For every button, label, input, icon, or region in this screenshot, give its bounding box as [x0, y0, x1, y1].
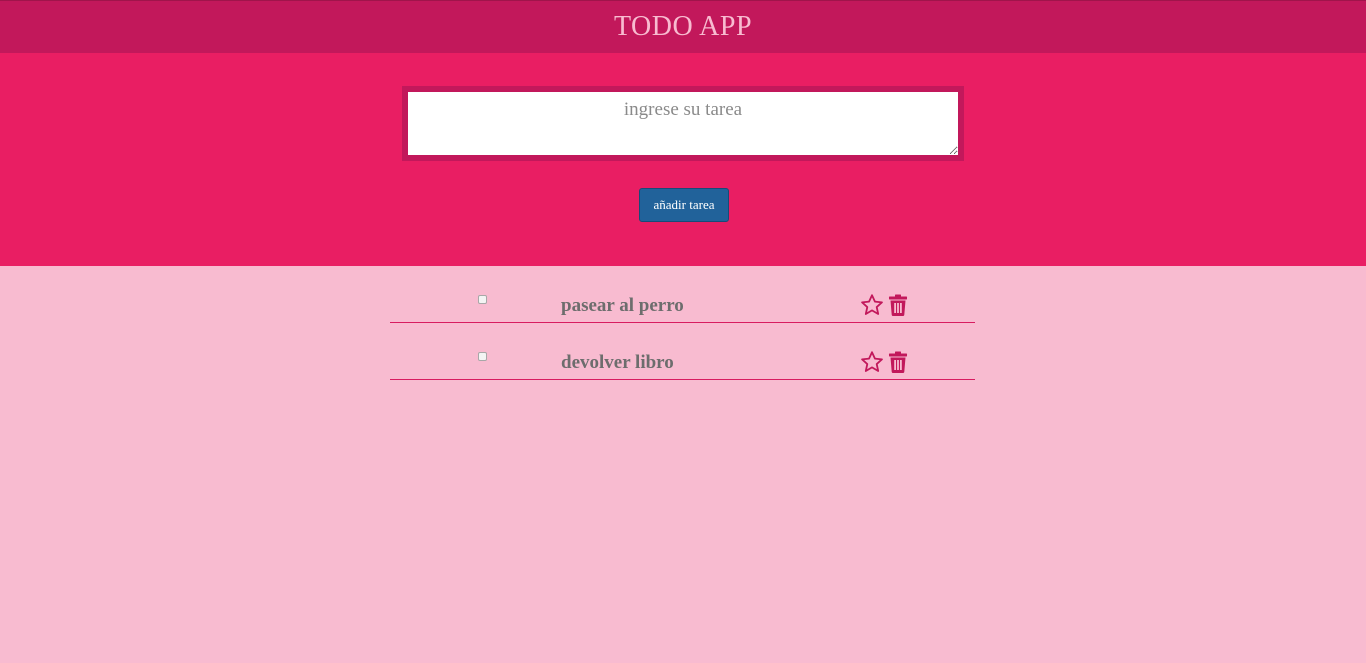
task-input-section: añadir tarea [0, 53, 1366, 266]
task-checkbox[interactable] [478, 352, 487, 361]
trash-icon[interactable] [886, 350, 910, 374]
task-label: devolver libro [561, 352, 674, 373]
task-list: pasear al perro devolver libro [390, 286, 975, 380]
task-input[interactable] [408, 92, 958, 155]
star-icon[interactable] [860, 293, 884, 317]
app-title: TODO APP [613, 11, 753, 42]
task-label: pasear al perro [561, 295, 684, 316]
task-actions [860, 350, 910, 374]
task-item: devolver libro [390, 323, 975, 380]
app-header: TODO APP [0, 0, 1366, 53]
star-icon[interactable] [860, 350, 884, 374]
task-actions [860, 293, 910, 317]
task-checkbox[interactable] [478, 295, 487, 304]
task-input-frame [402, 86, 964, 161]
trash-icon[interactable] [886, 293, 910, 317]
add-task-button[interactable]: añadir tarea [639, 188, 729, 222]
task-item: pasear al perro [390, 286, 975, 323]
